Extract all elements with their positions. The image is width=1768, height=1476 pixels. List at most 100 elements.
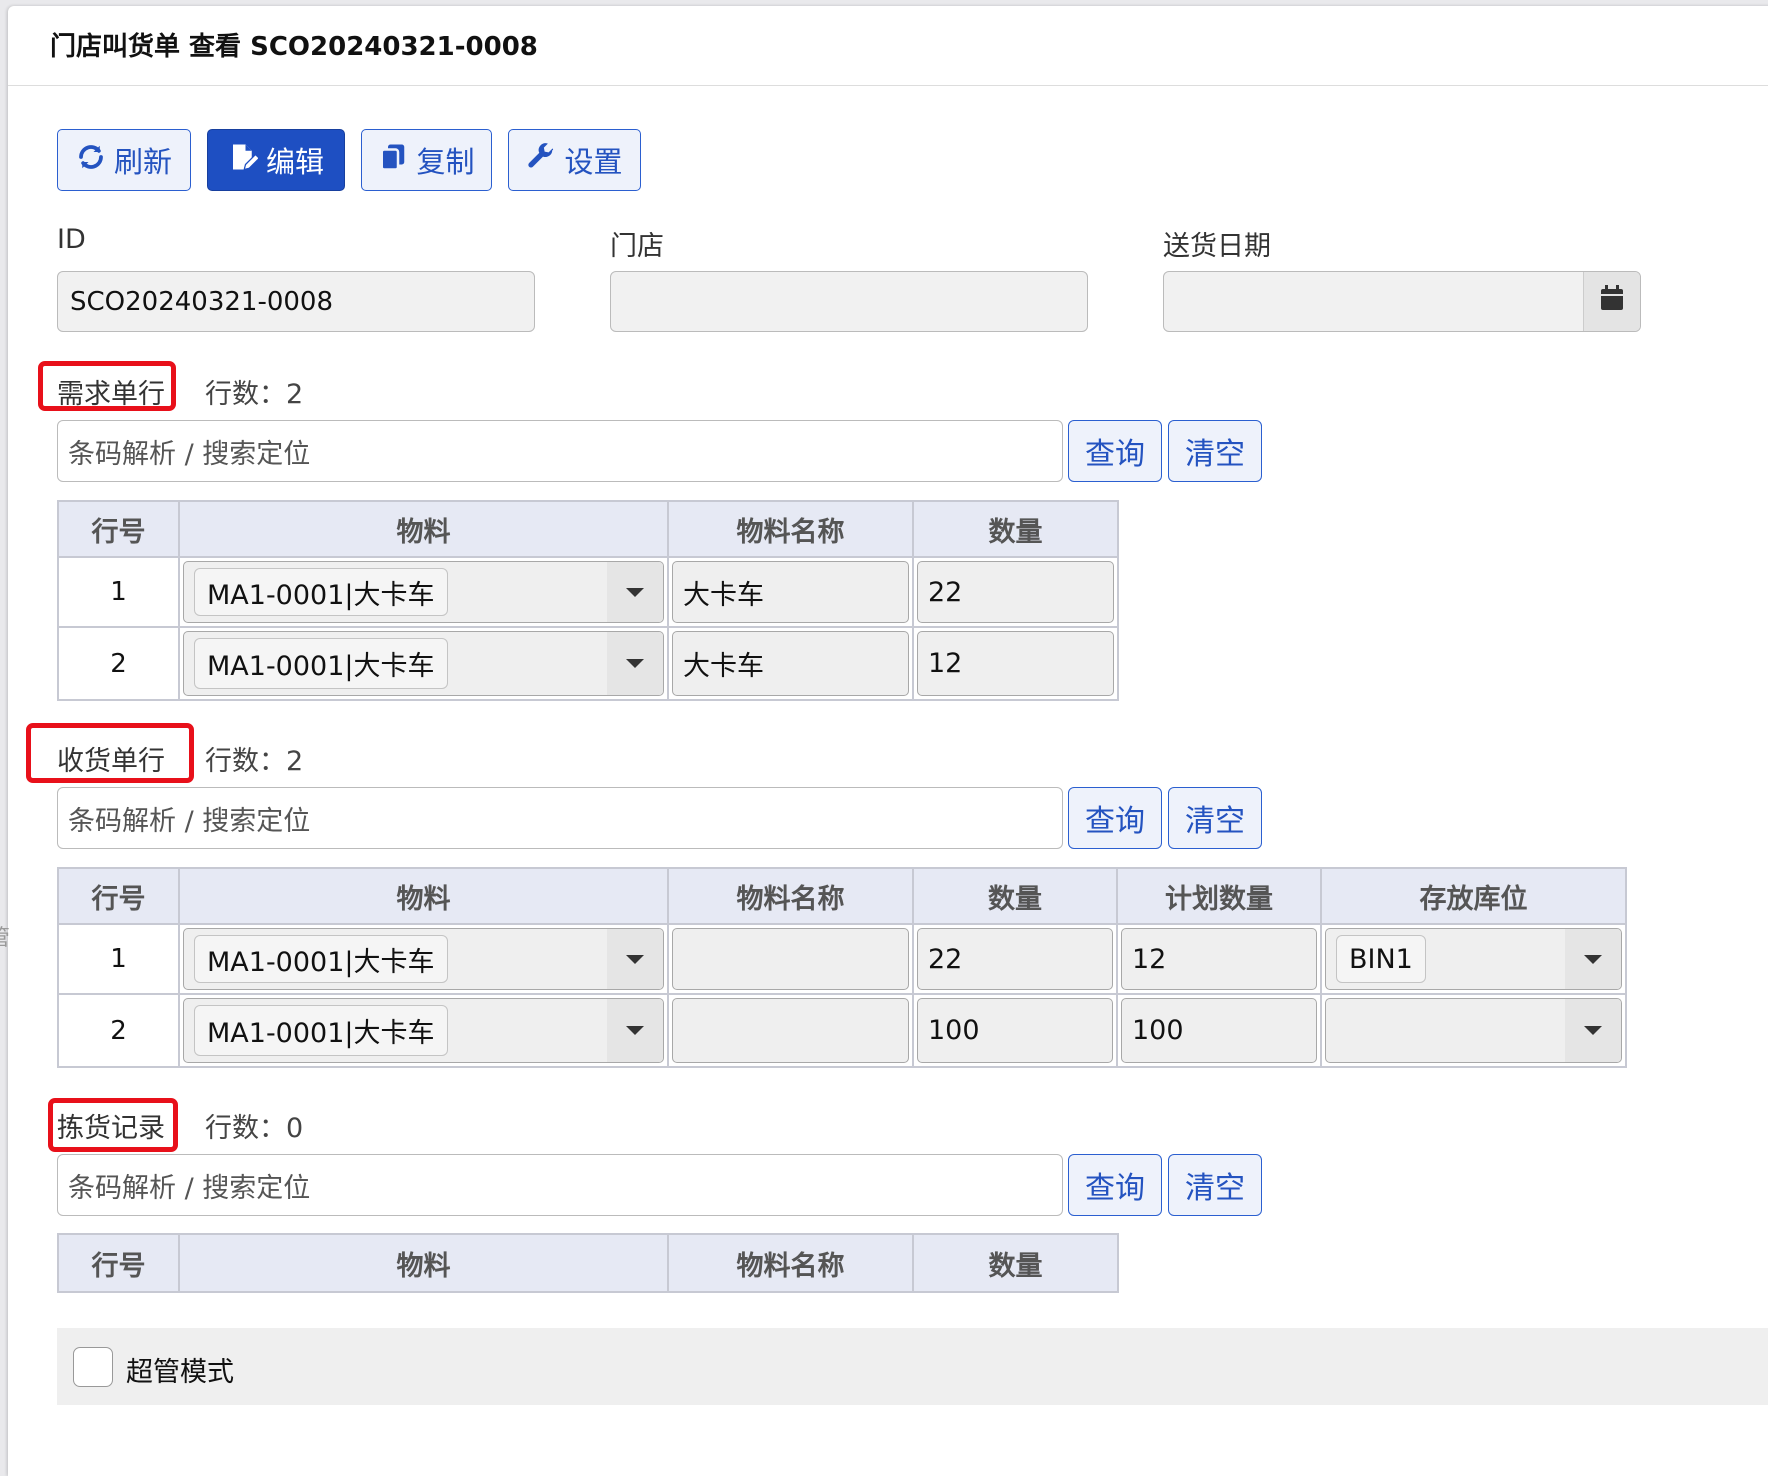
- material-chip: MA1-0001|大卡车: [194, 935, 448, 983]
- material-name-cell: 大卡车: [669, 558, 914, 628]
- calendar-icon: [1599, 284, 1625, 319]
- material-select[interactable]: MA1-0001|大卡车: [180, 558, 669, 628]
- receipt-clear-button[interactable]: 清空: [1168, 787, 1262, 849]
- picking-query-button[interactable]: 查询: [1068, 1154, 1162, 1216]
- delivery-date-field[interactable]: [1163, 271, 1641, 332]
- copy-label: 复制: [416, 145, 475, 179]
- column-header-line-no: 行号: [59, 502, 180, 558]
- material-name-field[interactable]: 大卡车: [672, 561, 909, 623]
- picking-table: 行号 物料 物料名称 数量: [57, 1233, 1119, 1293]
- row-number: 2: [59, 995, 180, 1066]
- dropdown-toggle[interactable]: [607, 929, 663, 989]
- picking-section-title: 拣货记录: [57, 1113, 165, 1144]
- dropdown-toggle[interactable]: [607, 632, 663, 695]
- storage-bin-select[interactable]: BIN1: [1322, 925, 1625, 995]
- receipt-query-button[interactable]: 查询: [1068, 787, 1162, 849]
- edit-label: 编辑: [265, 145, 324, 179]
- demand-search-input[interactable]: 条码解析 / 搜索定位: [57, 420, 1063, 482]
- refresh-icon: [76, 142, 106, 179]
- material-select-box[interactable]: MA1-0001|大卡车: [183, 631, 664, 696]
- id-field[interactable]: SCO20240321-0008: [57, 271, 535, 332]
- planned-quantity-cell: 12: [1118, 925, 1322, 995]
- material-chip: MA1-0001|大卡车: [194, 638, 448, 689]
- super-mode-checkbox[interactable]: [73, 1347, 113, 1387]
- material-select-box[interactable]: MA1-0001|大卡车: [183, 998, 664, 1063]
- material-name-cell: [669, 925, 914, 995]
- planned-quantity-field[interactable]: 12: [1121, 928, 1317, 990]
- chevron-down-icon: [626, 954, 644, 964]
- title-divider: [8, 85, 1768, 86]
- storage-bin-select-box[interactable]: [1325, 998, 1622, 1063]
- material-select[interactable]: MA1-0001|大卡车: [180, 628, 669, 699]
- refresh-label: 刷新: [113, 145, 172, 179]
- store-field[interactable]: [610, 271, 1088, 332]
- picking-row-count: 行数：0: [205, 1113, 304, 1144]
- material-name-field[interactable]: [672, 928, 909, 990]
- quantity-field[interactable]: 12: [917, 631, 1114, 696]
- settings-button[interactable]: 设置: [508, 129, 641, 191]
- column-header-material: 物料: [180, 869, 669, 925]
- quantity-cell: 12: [914, 628, 1117, 699]
- column-header-material-name: 物料名称: [669, 502, 914, 558]
- quantity-cell: 22: [914, 558, 1117, 628]
- planned-quantity-field[interactable]: 100: [1121, 998, 1317, 1063]
- material-chip: MA1-0001|大卡车: [194, 568, 448, 616]
- store-label: 门店: [610, 231, 664, 262]
- copy-icon: [378, 142, 408, 179]
- column-header-material-name: 物料名称: [669, 869, 914, 925]
- material-name-cell: [669, 995, 914, 1066]
- bin-chip: BIN1: [1336, 935, 1426, 983]
- chevron-down-icon: [626, 1026, 644, 1035]
- demand-clear-button[interactable]: 清空: [1168, 420, 1262, 482]
- refresh-button[interactable]: 刷新: [57, 129, 191, 191]
- receipt-table: 行号 物料 物料名称 数量 计划数量 存放库位 1 MA1-0001|大卡车 2…: [57, 867, 1627, 1068]
- demand-row-count: 行数：2: [205, 379, 304, 410]
- column-header-material: 物料: [180, 1235, 669, 1291]
- picking-search-input[interactable]: 条码解析 / 搜索定位: [57, 1154, 1063, 1216]
- super-mode-label: 超管模式: [126, 1357, 234, 1388]
- receipt-section-title: 收货单行: [57, 746, 165, 777]
- material-name-field[interactable]: [672, 998, 909, 1063]
- column-header-quantity: 数量: [914, 869, 1118, 925]
- material-select-box[interactable]: MA1-0001|大卡车: [183, 928, 664, 990]
- material-select[interactable]: MA1-0001|大卡车: [180, 925, 669, 995]
- quantity-field[interactable]: 22: [917, 928, 1113, 990]
- dropdown-toggle[interactable]: [1565, 999, 1621, 1062]
- material-select[interactable]: MA1-0001|大卡车: [180, 995, 669, 1066]
- quantity-field[interactable]: 100: [917, 998, 1113, 1063]
- column-header-storage-bin: 存放库位: [1322, 869, 1625, 925]
- edit-icon: [228, 142, 261, 179]
- storage-bin-select[interactable]: [1322, 995, 1625, 1066]
- calendar-button[interactable]: [1583, 272, 1640, 331]
- page-title: 门店叫货单 查看 SCO20240321-0008: [50, 32, 538, 62]
- picking-clear-button[interactable]: 清空: [1168, 1154, 1262, 1216]
- footer-bar: [57, 1328, 1768, 1405]
- material-name-field[interactable]: 大卡车: [672, 631, 909, 696]
- column-header-material: 物料: [180, 502, 669, 558]
- dropdown-toggle[interactable]: [607, 562, 663, 622]
- column-header-quantity: 数量: [914, 1235, 1117, 1291]
- edit-button[interactable]: 编辑: [207, 129, 345, 191]
- quantity-cell: 22: [914, 925, 1118, 995]
- demand-section-title: 需求单行: [57, 379, 165, 410]
- material-select-box[interactable]: MA1-0001|大卡车: [183, 561, 664, 623]
- chevron-down-icon: [626, 587, 644, 597]
- column-header-quantity: 数量: [914, 502, 1117, 558]
- row-number: 2: [59, 628, 180, 699]
- delivery-date-label: 送货日期: [1163, 231, 1271, 262]
- material-name-cell: 大卡车: [669, 628, 914, 699]
- row-number: 1: [59, 925, 180, 995]
- dropdown-toggle[interactable]: [1565, 929, 1621, 989]
- chevron-down-icon: [626, 659, 644, 668]
- quantity-field[interactable]: 22: [917, 561, 1114, 623]
- column-header-line-no: 行号: [59, 1235, 180, 1291]
- copy-button[interactable]: 复制: [361, 129, 492, 191]
- dropdown-toggle[interactable]: [607, 999, 663, 1062]
- storage-bin-select-box[interactable]: BIN1: [1325, 928, 1622, 990]
- row-number: 1: [59, 558, 180, 628]
- wrench-icon: [526, 142, 556, 179]
- demand-query-button[interactable]: 查询: [1068, 420, 1162, 482]
- chevron-down-icon: [1584, 1026, 1602, 1035]
- column-header-planned-quantity: 计划数量: [1118, 869, 1322, 925]
- receipt-search-input[interactable]: 条码解析 / 搜索定位: [57, 787, 1063, 849]
